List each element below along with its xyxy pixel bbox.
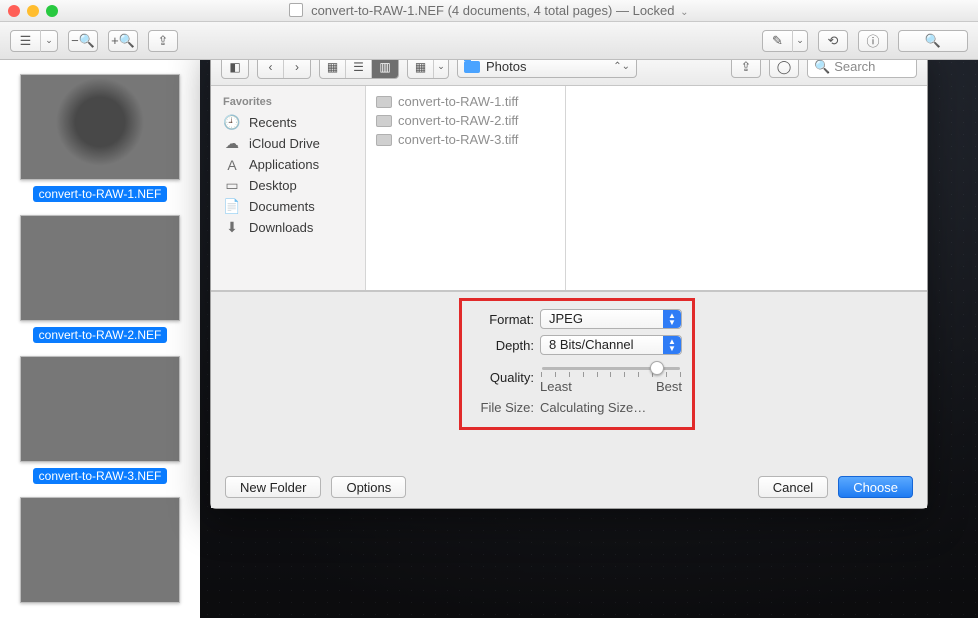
- filesize-value: Calculating Size…: [540, 400, 646, 415]
- new-folder-button[interactable]: New Folder: [225, 476, 321, 498]
- quality-max-label: Best: [656, 379, 682, 394]
- file-column: convert-to-RAW-1.tiff convert-to-RAW-2.ti…: [366, 86, 566, 290]
- sidebar-menu-chevron-icon[interactable]: ⌄: [41, 30, 57, 52]
- sidebar-item-label: Desktop: [249, 178, 297, 193]
- thumbnail-label: convert-to-RAW-3.NEF: [33, 468, 168, 484]
- file-name: convert-to-RAW-3.tiff: [398, 132, 518, 147]
- sidebar-item-label: Recents: [249, 115, 297, 130]
- markup-segment[interactable]: ✎⌄: [762, 30, 808, 52]
- rotate-icon: ⟲: [828, 33, 839, 49]
- sidebar-view-segment[interactable]: ☰ ⌄: [10, 30, 58, 52]
- sidebar-item-documents[interactable]: 📄 Documents: [211, 196, 365, 217]
- search-icon: 🔍: [814, 59, 830, 75]
- format-value: JPEG: [549, 311, 583, 326]
- documents-icon: 📄: [223, 200, 241, 214]
- sheet-footer: New Folder Options Cancel Choose: [211, 466, 927, 508]
- select-stepper-icon: ▲▼: [663, 336, 681, 354]
- tag-icon: ◯: [777, 59, 792, 75]
- document-proxy-icon[interactable]: [289, 3, 303, 17]
- finder-sidebar: Favorites 🕘 Recents ☁︎ iCloud Drive A Applica…: [211, 86, 366, 290]
- clock-icon: 🕘: [223, 116, 241, 130]
- thumbnail-image: [20, 356, 180, 462]
- thumbnail-item[interactable]: convert-to-RAW-1.NEF: [20, 74, 180, 201]
- rotate-button[interactable]: ⟲: [818, 30, 848, 52]
- path-label: Photos: [486, 59, 526, 74]
- thumbnail-sidebar: convert-to-RAW-1.NEF convert-to-RAW-2.NE…: [0, 60, 200, 618]
- sidebar-item-label: Documents: [249, 199, 315, 214]
- file-row[interactable]: convert-to-RAW-3.tiff: [374, 130, 557, 149]
- share-button[interactable]: ⇪: [148, 30, 178, 52]
- desktop-icon: ▭: [223, 179, 241, 193]
- choose-button[interactable]: Choose: [838, 476, 913, 498]
- folder-icon: [464, 61, 480, 73]
- zoom-in-button[interactable]: +🔍: [108, 30, 138, 52]
- sidebar-item-label: Downloads: [249, 220, 313, 235]
- sidebar-item-desktop[interactable]: ▭ Desktop: [211, 175, 365, 196]
- window-titlebar: convert-to-RAW-1.NEF (4 documents, 4 tot…: [0, 0, 978, 22]
- info-icon: ⓘ: [866, 31, 879, 50]
- window-title: convert-to-RAW-1.NEF (4 documents, 4 tot…: [311, 3, 612, 18]
- markup-icon: ✎: [763, 30, 793, 52]
- format-label: Format:: [472, 312, 534, 327]
- file-row[interactable]: convert-to-RAW-2.tiff: [374, 111, 557, 130]
- quality-slider[interactable]: Least Best: [540, 361, 682, 394]
- path-chevron-icon: ⌃⌄: [613, 61, 630, 72]
- file-image-icon: [376, 96, 392, 108]
- highlighted-options-box: Format: JPEG ▲▼ Depth: 8 Bits/Channel ▲▼…: [459, 298, 695, 430]
- thumbnail-item[interactable]: convert-to-RAW-3.NEF: [20, 356, 180, 483]
- file-image-icon: [376, 134, 392, 146]
- share-icon: ⇪: [158, 33, 169, 49]
- quality-min-label: Least: [540, 379, 572, 394]
- cancel-button[interactable]: Cancel: [758, 476, 828, 498]
- thumbnail-label: convert-to-RAW-1.NEF: [33, 186, 168, 202]
- sidebar-item-icloud-drive[interactable]: ☁︎ iCloud Drive: [211, 133, 365, 154]
- select-stepper-icon: ▲▼: [663, 310, 681, 328]
- apps-icon: A: [223, 158, 241, 172]
- sidebar-toggle-icon[interactable]: ☰: [11, 30, 41, 52]
- file-name: convert-to-RAW-2.tiff: [398, 113, 518, 128]
- share-up-icon: ⇪: [741, 59, 752, 75]
- zoom-out-icon: −🔍: [71, 33, 95, 49]
- markup-chevron-icon: ⌄: [793, 30, 807, 52]
- search-icon: 🔍: [925, 33, 941, 49]
- options-button[interactable]: Options: [331, 476, 406, 498]
- filesize-label: File Size:: [472, 400, 534, 415]
- sidebar-section-header: Favorites: [211, 94, 365, 112]
- depth-select[interactable]: 8 Bits/Channel ▲▼: [540, 335, 682, 355]
- search-toolbar-button[interactable]: 🔍: [898, 30, 968, 52]
- cloud-icon: ☁︎: [223, 137, 241, 151]
- depth-value: 8 Bits/Channel: [549, 337, 634, 352]
- file-row[interactable]: convert-to-RAW-1.tiff: [374, 92, 557, 111]
- save-dialog-sheet: ◧ ‹ › ▦ ☰ ▥ ▦ ⌄ Photos ⌃⌄ ⇪ ◯ 🔍 Search F: [210, 47, 928, 509]
- preview-pane: [566, 86, 927, 290]
- locked-label[interactable]: — Locked: [616, 3, 675, 18]
- file-name: convert-to-RAW-1.tiff: [398, 94, 518, 109]
- thumbnail-image: [20, 215, 180, 321]
- format-select[interactable]: JPEG ▲▼: [540, 309, 682, 329]
- sidebar-item-downloads[interactable]: ⬇︎ Downloads: [211, 217, 365, 238]
- slider-thumb[interactable]: [650, 361, 664, 375]
- app-toolbar: ☰ ⌄ −🔍 +🔍 ⇪ ✎⌄ ⟲ ⓘ 🔍: [0, 22, 978, 60]
- zoom-out-button[interactable]: −🔍: [68, 30, 98, 52]
- search-placeholder: Search: [834, 59, 875, 74]
- file-image-icon: [376, 115, 392, 127]
- zoom-in-icon: +🔍: [111, 33, 135, 49]
- sidebar-item-recents[interactable]: 🕘 Recents: [211, 112, 365, 133]
- title-menu-chevron-icon[interactable]: ⌄: [680, 7, 688, 18]
- quality-label: Quality:: [472, 370, 534, 385]
- export-options-area: Format: JPEG ▲▼ Depth: 8 Bits/Channel ▲▼…: [211, 291, 927, 466]
- downloads-icon: ⬇︎: [223, 221, 241, 235]
- thumbnail-image: [20, 74, 180, 180]
- thumbnail-label: convert-to-RAW-2.NEF: [33, 327, 168, 343]
- thumbnail-image: [20, 497, 180, 603]
- sidebar-item-label: iCloud Drive: [249, 136, 320, 151]
- sidebar-item-label: Applications: [249, 157, 319, 172]
- thumbnail-item[interactable]: convert-to-RAW-2.NEF: [20, 215, 180, 342]
- thumbnail-item[interactable]: [20, 497, 180, 603]
- sidebar-item-applications[interactable]: A Applications: [211, 154, 365, 175]
- info-button[interactable]: ⓘ: [858, 30, 888, 52]
- depth-label: Depth:: [472, 338, 534, 353]
